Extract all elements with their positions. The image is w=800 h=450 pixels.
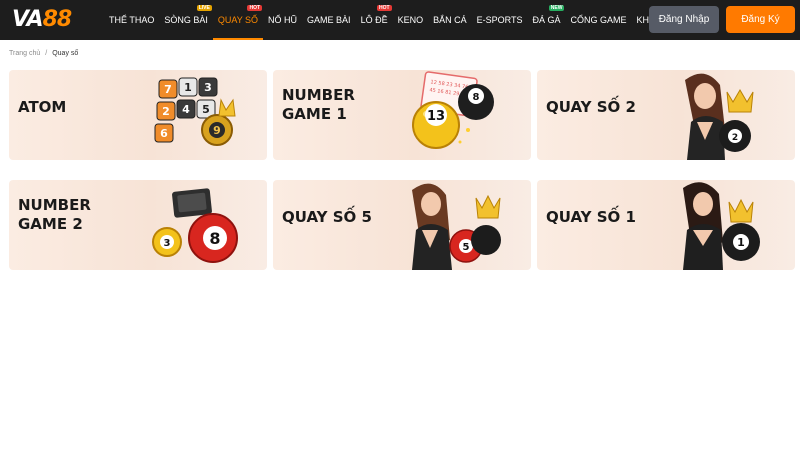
- nav-item-11[interactable]: CỔNG GAME: [565, 0, 631, 40]
- nav-item-9[interactable]: E-SPORTS: [472, 0, 528, 40]
- breadcrumb-home[interactable]: Trang chủ: [9, 50, 40, 57]
- nav-item-6[interactable]: LÔ ĐỀ HOT: [356, 0, 393, 40]
- game-card-title: NUMBER GAME 1: [282, 86, 355, 123]
- nav-item-2[interactable]: SÒNG BÀI LIVE: [159, 0, 213, 40]
- login-button[interactable]: Đăng Nhập: [649, 6, 719, 33]
- svg-text:5: 5: [202, 103, 210, 116]
- number-tile: 7: [158, 79, 178, 99]
- nav-item-label: CỔNG GAME: [570, 15, 627, 25]
- breadcrumb-current: Quay số: [52, 50, 79, 57]
- number-tile: 3: [198, 77, 218, 97]
- nav-item-label: KENO: [397, 15, 424, 25]
- dealer-with-ball-icon: 1: [683, 182, 760, 270]
- nav-item-label: LÔ ĐỀ: [360, 15, 388, 25]
- va88-logo[interactable]: VA 88: [12, 7, 73, 32]
- lottery-balls-icon: 12 58 23 34 76 45 16 81 29 60 8 13: [412, 71, 494, 149]
- game-card-title: QUAY SỐ 2: [546, 98, 636, 116]
- nav-item-label: GAME BÀI: [307, 15, 351, 25]
- game-card-title: ATOM: [18, 98, 67, 116]
- svg-text:2: 2: [162, 105, 170, 118]
- nav-item-label: NỔ HŨ: [268, 15, 298, 25]
- nav-badge: LIVE: [196, 5, 212, 11]
- nav-item-1[interactable]: THỂ THAO: [104, 0, 159, 40]
- nav-badge: NEW: [548, 5, 565, 11]
- ball-number: 2: [732, 133, 738, 143]
- nav-item-label: BẮN CÁ: [433, 15, 467, 25]
- dealer-with-ball-icon: 5: [412, 183, 501, 270]
- top-navbar: VA 88 THỂ THAO SÒNG BÀI LIVE QUAY SỐ HOT NỔ HŨ…: [0, 0, 800, 40]
- logo-text-88: 88: [42, 7, 73, 32]
- number-tiles-icon: 7 1 3 2 4 5 6 9: [154, 77, 236, 146]
- dealer-with-ball-icon: 2: [685, 73, 754, 160]
- register-button[interactable]: Đăng Ký: [726, 6, 795, 33]
- nav-item-10[interactable]: ĐÁ GÀ NEW: [527, 0, 565, 40]
- svg-text:6: 6: [160, 127, 168, 140]
- ball-number: 8: [209, 229, 220, 248]
- game-card-quay-so-1[interactable]: QUAY SỐ 1 1: [537, 180, 795, 270]
- ball-number: 13: [427, 109, 445, 124]
- game-card-title: NUMBER GAME 2: [18, 196, 91, 233]
- nav-item-4[interactable]: NỔ HŨ: [263, 0, 302, 40]
- ball-number: 5: [463, 242, 470, 253]
- game-card-title: QUAY SỐ 1: [546, 208, 636, 226]
- number-tile: 1: [178, 77, 198, 97]
- main-nav: THỂ THAO SÒNG BÀI LIVE QUAY SỐ HOT NỔ HŨ GAME …: [104, 0, 698, 40]
- nav-item-label: SÒNG BÀI: [164, 15, 208, 25]
- game-card-atom[interactable]: ATOM 713 245 6 9: [9, 70, 267, 160]
- nav-item-5[interactable]: GAME BÀI: [302, 0, 356, 40]
- nav-badge: HOT: [377, 5, 392, 11]
- svg-text:7: 7: [164, 83, 172, 96]
- nav-item-label: QUAY SỐ: [217, 15, 259, 25]
- ball-number: 3: [164, 238, 171, 249]
- nav-item-3[interactable]: QUAY SỐ HOT: [212, 0, 264, 40]
- svg-text:3: 3: [204, 81, 212, 94]
- number-tile: 6: [154, 123, 174, 143]
- number-tile: 4: [176, 99, 196, 119]
- breadcrumb: Trang chủ / Quay số: [9, 50, 78, 57]
- bingo-balls-icon: 8 3: [152, 188, 238, 263]
- game-card-number-game-1[interactable]: NUMBER GAME 1 12 58 23 34 76 45 16 81 29…: [273, 70, 531, 160]
- nav-item-7[interactable]: KENO: [393, 0, 429, 40]
- nav-item-8[interactable]: BẮN CÁ: [428, 0, 472, 40]
- nav-item-label: E-SPORTS: [476, 15, 523, 25]
- ball-number: 9: [213, 124, 221, 137]
- logo-text-va: VA: [12, 7, 44, 32]
- ball-number: 1: [737, 236, 745, 249]
- nav-badge: HOT: [247, 5, 263, 11]
- number-tile: 2: [156, 101, 176, 121]
- ball-number: 8: [473, 92, 480, 103]
- game-card-quay-so-5[interactable]: QUAY SỐ 5 5: [273, 180, 531, 270]
- svg-text:4: 4: [182, 103, 190, 116]
- game-card-number-game-2[interactable]: NUMBER GAME 2 8 3: [9, 180, 267, 270]
- svg-text:1: 1: [184, 81, 192, 94]
- game-card-title: QUAY SỐ 5: [282, 208, 372, 226]
- nav-item-label: ĐÁ GÀ: [532, 15, 561, 25]
- nav-item-label: THỂ THAO: [109, 15, 155, 25]
- game-card-quay-so-2[interactable]: QUAY SỐ 2 2: [537, 70, 795, 160]
- breadcrumb-separator: /: [45, 50, 48, 57]
